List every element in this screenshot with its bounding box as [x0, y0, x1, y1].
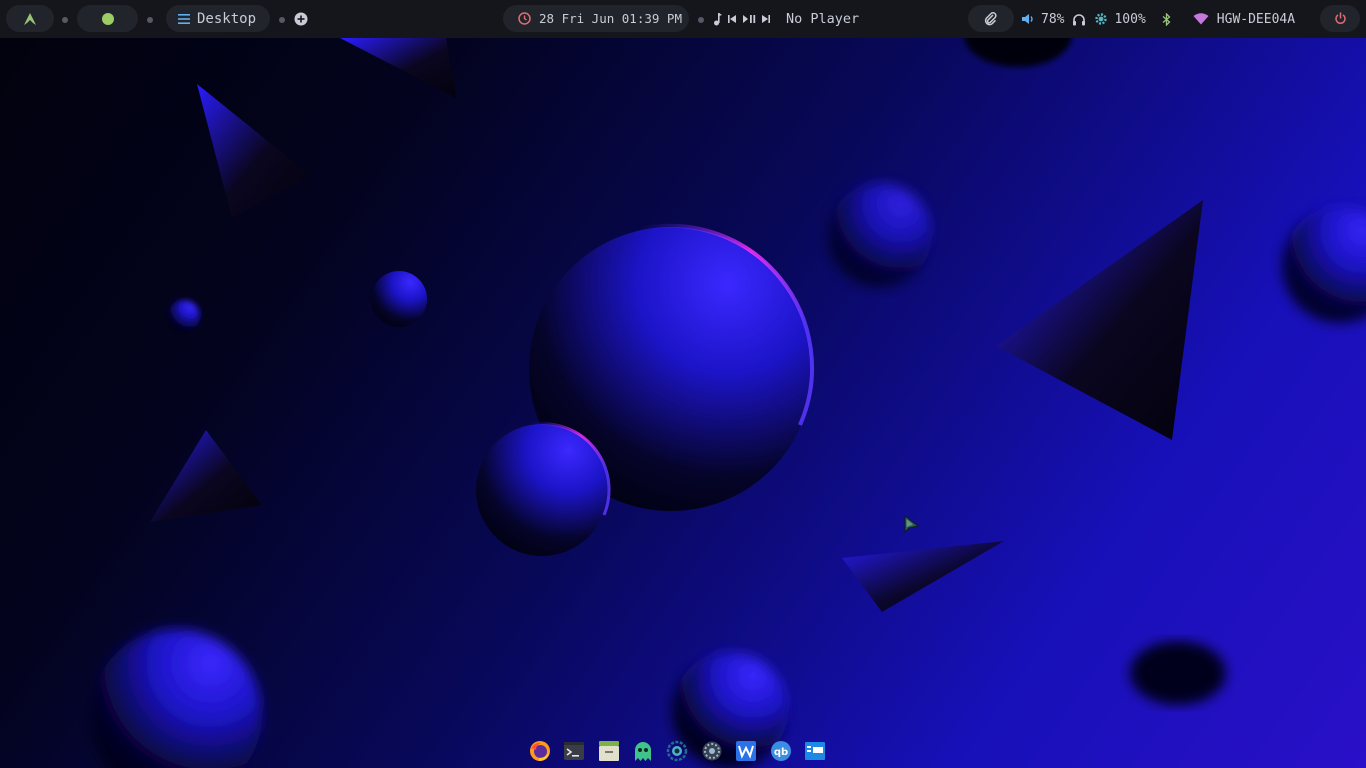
skip-next-icon[interactable] — [761, 14, 771, 24]
window-title: Desktop — [197, 10, 257, 27]
clipboard-pill[interactable] — [968, 5, 1014, 32]
system-tray: 78% 100% HGW-DEE04A — [1021, 10, 1295, 28]
dock-item-wps-writer[interactable] — [735, 739, 758, 763]
window-icon — [805, 742, 826, 760]
pyramid-lower-left — [150, 430, 262, 522]
headphones-icon[interactable] — [1072, 13, 1086, 26]
pyramid-top — [340, 38, 456, 98]
brightness-level[interactable]: 100% — [1114, 12, 1145, 27]
svg-text:qb: qb — [774, 747, 788, 758]
terminal-icon — [564, 742, 585, 760]
player-status: No Player — [786, 11, 860, 27]
circular-app-icon — [667, 740, 688, 762]
paperclip-icon — [984, 11, 998, 26]
firefox-icon — [529, 741, 550, 761]
separator-dot — [62, 17, 68, 23]
medium-sphere — [476, 424, 608, 556]
bluetooth-icon[interactable] — [1162, 12, 1171, 26]
brightness-gear-icon[interactable] — [1094, 12, 1108, 26]
pyramid-left — [197, 84, 310, 218]
dock: qb — [528, 737, 838, 765]
gear-wheel-icon — [702, 741, 722, 761]
ghost-icon — [635, 742, 652, 761]
wallpaper — [90, 3, 1366, 768]
blurred-sphere-left — [90, 629, 262, 768]
dock-item-file-manager[interactable] — [597, 739, 620, 763]
play-pause-icon[interactable] — [742, 14, 756, 24]
w-document-icon — [736, 741, 757, 761]
dock-item-terminal[interactable] — [562, 739, 585, 763]
blurred-sphere-edge — [1282, 207, 1366, 323]
separator-dot — [698, 17, 704, 23]
pyramid-right — [996, 200, 1203, 440]
wifi-icon[interactable] — [1193, 13, 1209, 25]
top-bar: Desktop 28 Fri Jun 01:39 PM No Player 78… — [0, 0, 1366, 38]
desktop[interactable]: Desktop 28 Fri Jun 01:39 PM No Player 78… — [0, 0, 1366, 768]
music-note-icon — [712, 12, 722, 26]
hamburger-menu-icon — [178, 13, 190, 24]
plus-circle-icon[interactable] — [294, 12, 308, 26]
separator-dot — [147, 17, 153, 23]
dock-item-ghost-app[interactable] — [631, 739, 654, 763]
folder-icon — [598, 741, 619, 761]
dock-item-qbittorrent[interactable]: qb — [769, 739, 792, 763]
clock-icon — [518, 12, 531, 25]
dock-item-settings[interactable] — [666, 739, 689, 763]
power-button[interactable] — [1320, 5, 1360, 32]
power-icon — [1334, 12, 1347, 25]
qb-icon: qb — [770, 741, 791, 761]
small-sphere — [371, 271, 427, 327]
wifi-network-name[interactable]: HGW-DEE04A — [1217, 12, 1295, 27]
clock-text: 28 Fri Jun 01:39 PM — [539, 11, 682, 26]
speaker-icon[interactable] — [1021, 13, 1035, 25]
mouse-cursor-icon — [904, 515, 920, 534]
volume-level[interactable]: 78% — [1041, 12, 1064, 27]
dock-item-system-tool[interactable] — [700, 739, 723, 763]
separator-dot — [279, 17, 285, 23]
tiny-sphere — [168, 300, 200, 332]
launcher-button[interactable] — [6, 5, 54, 32]
dark-blob-bottom — [1130, 641, 1226, 705]
blurred-sphere-right — [828, 183, 932, 287]
workspace-indicator[interactable] — [77, 5, 138, 32]
skip-previous-icon[interactable] — [727, 14, 737, 24]
active-workspace-dot[interactable] — [101, 12, 114, 25]
dock-item-window-app[interactable] — [804, 739, 827, 763]
window-title-pill[interactable]: Desktop — [166, 5, 270, 32]
dock-item-firefox[interactable] — [528, 739, 551, 763]
media-controls: No Player — [712, 10, 859, 28]
clock-pill[interactable]: 28 Fri Jun 01:39 PM — [503, 5, 689, 32]
arch-logo-icon — [23, 12, 37, 26]
pyramid-bottom — [842, 541, 1004, 612]
